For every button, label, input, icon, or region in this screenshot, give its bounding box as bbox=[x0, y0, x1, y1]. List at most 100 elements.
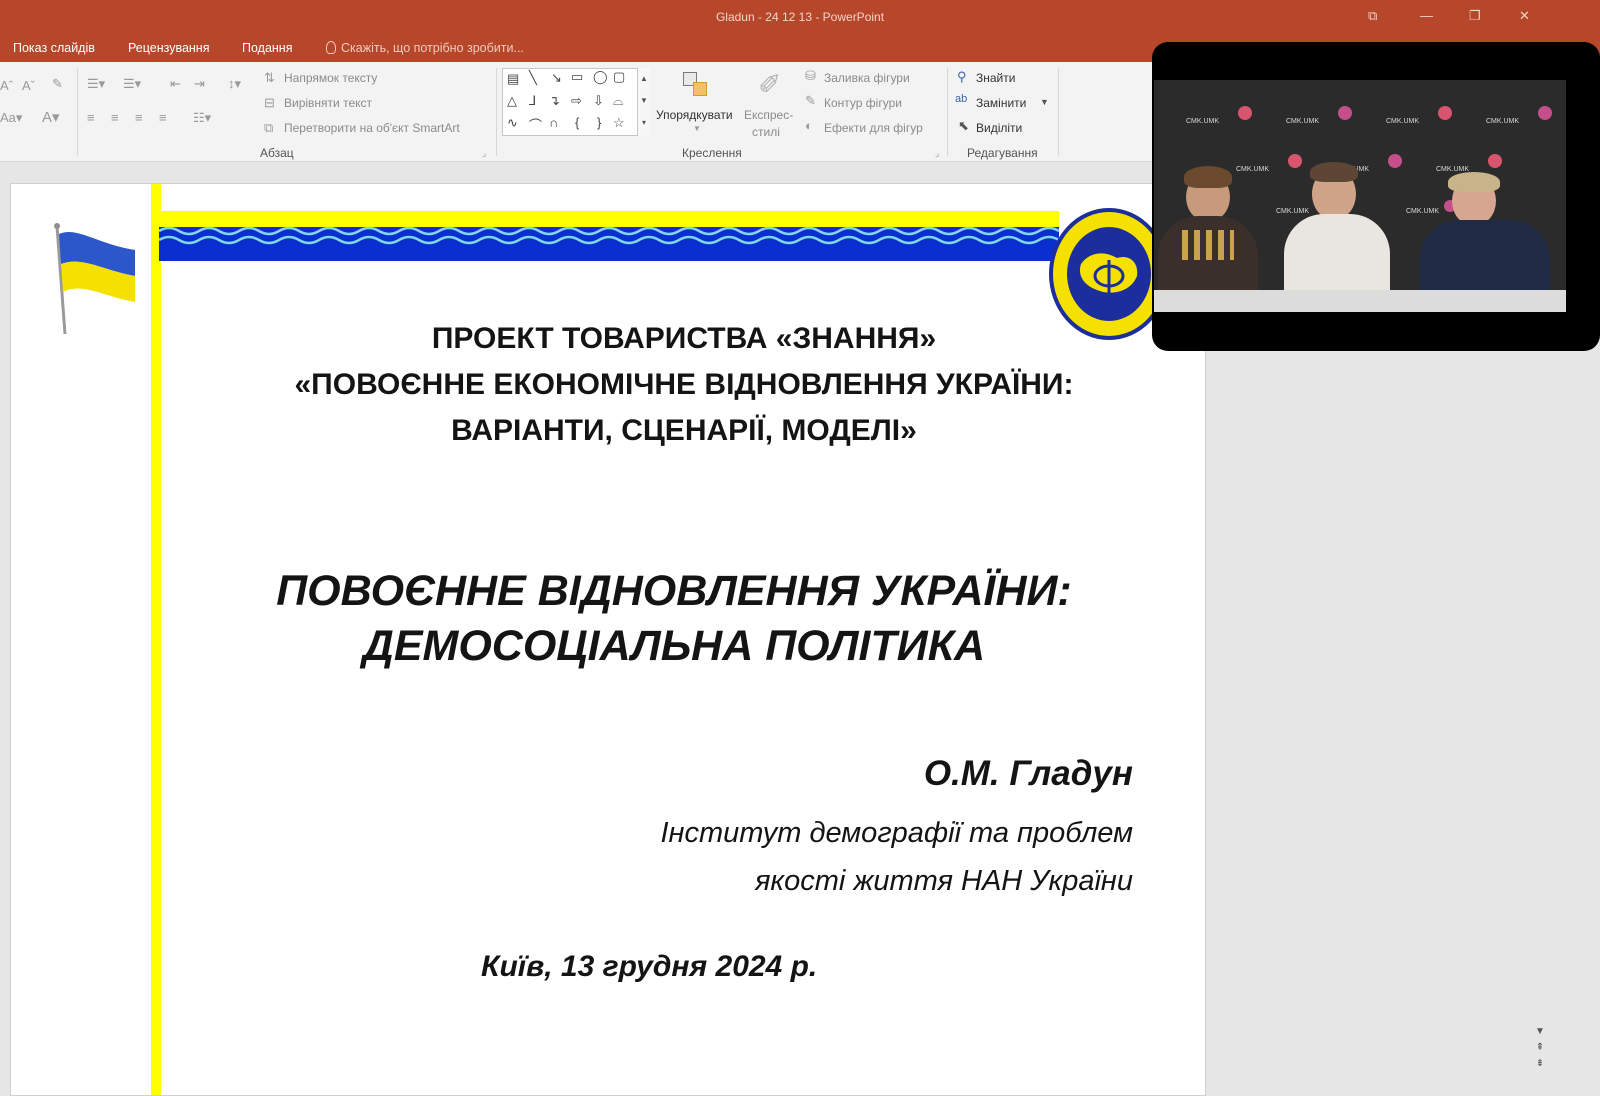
project-line-1: ПРОЕКТ ТОВАРИСТВА «ЗНАННЯ» bbox=[431, 322, 937, 355]
arrow-line-shape-icon[interactable]: ↘ bbox=[551, 70, 562, 86]
restore-icon[interactable]: ❐ bbox=[1469, 8, 1481, 24]
textbox-shape-icon[interactable]: ▤ bbox=[507, 71, 519, 87]
backdrop-logo: CMK.UMK bbox=[1186, 118, 1220, 125]
title-line-2: ДЕМОСОЦІАЛЬНА ПОЛІТИКА bbox=[362, 622, 986, 670]
backdrop-logo: CMK.UMK bbox=[1406, 208, 1440, 215]
slide[interactable]: ПРОЕКТ ТОВАРИСТВА «ЗНАННЯ» «ПОВОЄННЕ ЕКО… bbox=[10, 183, 1206, 1096]
elbow-arrow-shape-icon[interactable]: ↴ bbox=[549, 93, 560, 109]
select-button[interactable]: Виділіти bbox=[976, 121, 1022, 135]
align-right-icon[interactable]: ≡ bbox=[135, 110, 143, 125]
ukraine-flag-icon bbox=[54, 223, 135, 335]
find-icon: ⚲ bbox=[957, 69, 967, 84]
project-line-3: ВАРІАНТИ, СЦЕНАРІЇ, МОДЕЛІ» bbox=[451, 414, 917, 447]
backdrop-logo: CMK.UMK bbox=[1236, 166, 1270, 173]
rounded-rect-shape-icon[interactable]: ▢ bbox=[613, 69, 625, 85]
select-cursor-icon: ⬉ bbox=[958, 118, 969, 133]
shape-fill-button[interactable]: Заливка фігури bbox=[824, 71, 910, 85]
shapes-gallery[interactable]: ▤ ╲ ↘ ▭ ◯ ▢ △ ⅃ ↴ ⇨ ⇩ ⌓ ∿ ⌒ ∩ { } ☆ bbox=[502, 68, 649, 136]
gallery-more-icon[interactable]: ▾ bbox=[638, 112, 650, 134]
find-button[interactable]: Знайти bbox=[976, 71, 1015, 85]
curve-shape-icon[interactable]: ∩ bbox=[549, 115, 558, 130]
vertical-scrollbar[interactable]: ▼ ⇞ ⇟ bbox=[1532, 1024, 1548, 1096]
replace-button[interactable]: Замінити bbox=[976, 96, 1026, 110]
quick-styles-icon: ✐ bbox=[758, 69, 782, 100]
gallery-up-icon[interactable]: ▲ bbox=[638, 68, 650, 90]
next-slide-icon[interactable]: ⇟ bbox=[1532, 1056, 1548, 1072]
arc-shape-icon[interactable]: ⌒ bbox=[529, 115, 542, 134]
title-bar: Gladun - 24 12 13 - PowerPoint ⧉ — ❐ ✕ bbox=[0, 0, 1600, 36]
tab-view[interactable]: Подання bbox=[242, 41, 292, 55]
bullets-icon[interactable]: ☰▾ bbox=[87, 76, 105, 92]
video-call-overlay[interactable]: CMK.UMK CMK.UMK CMK.UMK CMK.UMK CMK.UMK … bbox=[1152, 42, 1600, 351]
convert-smartart-button[interactable]: Перетворити на об'єкт SmartArt bbox=[284, 121, 460, 135]
previous-slide-icon[interactable]: ⇞ bbox=[1532, 1040, 1548, 1056]
quick-styles-button[interactable]: Експрес- bbox=[744, 108, 793, 122]
triangle-shape-icon[interactable]: △ bbox=[507, 93, 517, 109]
align-center-icon[interactable]: ≡ bbox=[111, 110, 119, 125]
dialog-launcher-icon[interactable]: ⌟ bbox=[482, 148, 486, 159]
backdrop-logo: CMK.UMK bbox=[1276, 208, 1310, 215]
group-separator bbox=[1058, 68, 1059, 156]
decrease-indent-icon[interactable]: ⇤ bbox=[170, 76, 181, 92]
justify-icon[interactable]: ≡ bbox=[159, 110, 167, 125]
tell-me-text: Скажіть, що потрібно зробити... bbox=[341, 41, 524, 55]
tab-slide-show[interactable]: Показ слайдів bbox=[13, 41, 95, 55]
scribble-shape-icon[interactable]: ∿ bbox=[507, 115, 518, 131]
align-left-icon[interactable]: ≡ bbox=[87, 110, 95, 125]
scroll-down-icon[interactable]: ▼ bbox=[1532, 1024, 1548, 1040]
arrange-button[interactable]: Упорядкувати bbox=[656, 108, 733, 122]
project-line-2: «ПОВОЄННЕ ЕКОНОМІЧНЕ ВІДНОВЛЕННЯ УКРАЇНИ… bbox=[294, 368, 1074, 401]
increase-indent-icon[interactable]: ⇥ bbox=[194, 76, 205, 92]
minimize-icon[interactable]: — bbox=[1420, 8, 1433, 23]
project-heading: ПРОЕКТ ТОВАРИСТВА «ЗНАННЯ» «ПОВОЄННЕ ЕКО… bbox=[161, 316, 1205, 454]
institute-line-2: якості життя НАН України bbox=[754, 865, 1133, 897]
font-shrink-icon[interactable]: Aˇ bbox=[22, 78, 35, 93]
smartart-icon: ⧉ bbox=[264, 120, 274, 135]
down-arrow-shape-icon[interactable]: ⇩ bbox=[593, 93, 604, 109]
right-arrow-shape-icon[interactable]: ⇨ bbox=[571, 93, 582, 109]
close-icon[interactable]: ✕ bbox=[1519, 8, 1530, 24]
paint-bucket-icon: ⛁ bbox=[805, 68, 816, 83]
arrange-dropdown-icon[interactable]: ▼ bbox=[693, 124, 701, 133]
paragraph-group-label: Абзац bbox=[260, 146, 294, 160]
shape-outline-button[interactable]: Контур фігури bbox=[824, 96, 902, 110]
freeform-shape-icon[interactable]: ⌓ bbox=[613, 93, 623, 109]
institute-line-1: Інститут демографії та проблем bbox=[660, 817, 1133, 849]
gallery-down-icon[interactable]: ▼ bbox=[638, 90, 650, 112]
connector-shape-icon[interactable]: ⅃ bbox=[529, 93, 536, 109]
change-case-icon[interactable]: Aa▾ bbox=[0, 110, 22, 126]
backdrop-logo: CMK.UMK bbox=[1286, 118, 1320, 125]
shapes-gallery-scroll[interactable]: ▲ ▼ ▾ bbox=[637, 68, 650, 136]
dialog-launcher-icon[interactable]: ⌟ bbox=[935, 148, 939, 159]
title-line-1: ПОВОЄННЕ ВІДНОВЛЕННЯ УКРАЇНИ: bbox=[276, 567, 1072, 615]
replace-icon: ab bbox=[955, 93, 968, 105]
rectangle-shape-icon[interactable]: ▭ bbox=[571, 69, 583, 85]
tab-review[interactable]: Рецензування bbox=[128, 41, 209, 55]
window-title: Gladun - 24 12 13 - PowerPoint bbox=[715, 10, 885, 24]
left-brace-shape-icon[interactable]: { bbox=[575, 115, 579, 130]
star-shape-icon[interactable]: ☆ bbox=[613, 115, 625, 131]
shape-effects-button[interactable]: Ефекти для фігур bbox=[824, 121, 923, 135]
numbering-icon[interactable]: ☰▾ bbox=[123, 76, 141, 92]
institute-name: Інститут демографії та проблем якості жи… bbox=[660, 809, 1133, 905]
line-spacing-icon[interactable]: ↕▾ bbox=[228, 76, 241, 92]
replace-dropdown-icon[interactable]: ▼ bbox=[1040, 97, 1049, 107]
tell-me-box[interactable]: Скажіть, що потрібно зробити... bbox=[326, 41, 524, 55]
font-color-icon[interactable]: A▾ bbox=[42, 108, 60, 126]
text-direction-button[interactable]: Напрямок тексту bbox=[284, 71, 377, 85]
author-name: О.М. Гладун bbox=[923, 754, 1133, 793]
oval-shape-icon[interactable]: ◯ bbox=[593, 69, 608, 85]
font-grow-icon[interactable]: Aˆ bbox=[0, 78, 13, 93]
arrange-icon bbox=[681, 70, 711, 104]
video-feed: CMK.UMK CMK.UMK CMK.UMK CMK.UMK CMK.UMK … bbox=[1154, 80, 1566, 312]
text-direction-icon: ⇅ bbox=[264, 70, 275, 85]
line-shape-icon[interactable]: ╲ bbox=[529, 70, 537, 86]
ribbon-display-options-icon[interactable]: ⧉ bbox=[1368, 8, 1377, 24]
clear-format-icon[interactable]: ✎ bbox=[52, 76, 63, 92]
align-text-button[interactable]: Вирівняти текст bbox=[284, 96, 372, 110]
right-brace-shape-icon[interactable]: } bbox=[597, 115, 601, 130]
drawing-group-label: Креслення bbox=[682, 146, 742, 160]
slide-title: ПОВОЄННЕ ВІДНОВЛЕННЯ УКРАЇНИ: ДЕМОСОЦІАЛ… bbox=[151, 564, 1197, 674]
quick-styles-button-line2: стилі bbox=[752, 125, 780, 139]
columns-icon[interactable]: ☷▾ bbox=[193, 110, 211, 126]
